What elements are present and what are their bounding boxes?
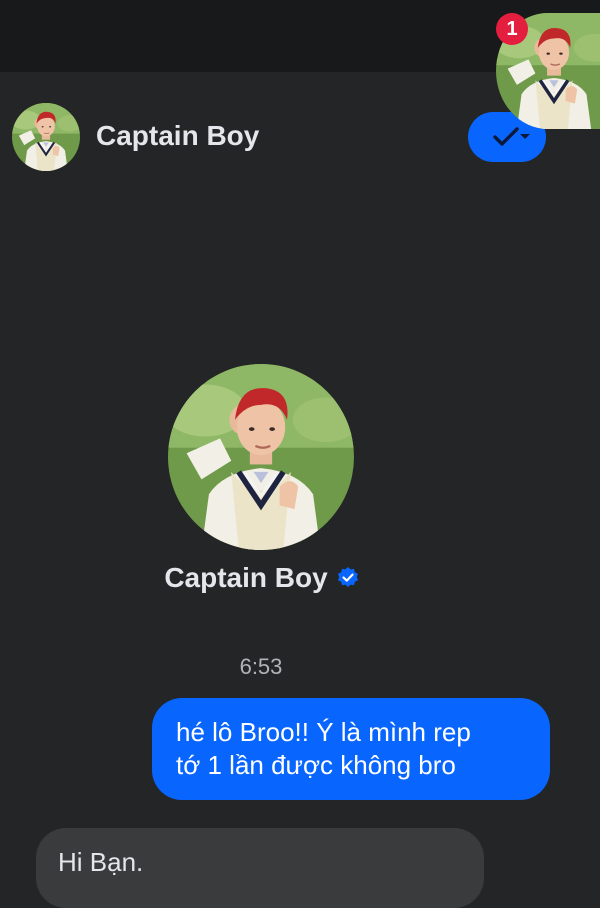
avatar-photo — [12, 103, 80, 171]
message-timestamp: 6:53 — [239, 654, 283, 679]
profile-name: Captain Boy — [164, 562, 328, 593]
outgoing-message[interactable]: hé lô Broo!! Ý là mình rep tớ 1 lần được… — [152, 698, 550, 800]
avatar-photo — [168, 364, 354, 550]
verified-badge-icon — [336, 566, 360, 590]
unread-badge: 1 — [496, 13, 528, 45]
contact-name[interactable]: Captain Boy — [96, 120, 259, 152]
incoming-message[interactable]: Hi Bạn. — [36, 828, 484, 908]
message-text-line: hé lô Broo!! Ý là mình rep — [176, 717, 471, 747]
header-avatar[interactable] — [12, 103, 80, 171]
message-text-line: tớ 1 lần được không bro — [176, 750, 456, 780]
message-text: Hi Bạn. — [58, 847, 144, 877]
profile-avatar[interactable] — [168, 364, 354, 550]
chat-head[interactable]: 1 — [496, 13, 600, 129]
profile-name-row: Captain Boy — [0, 562, 524, 594]
